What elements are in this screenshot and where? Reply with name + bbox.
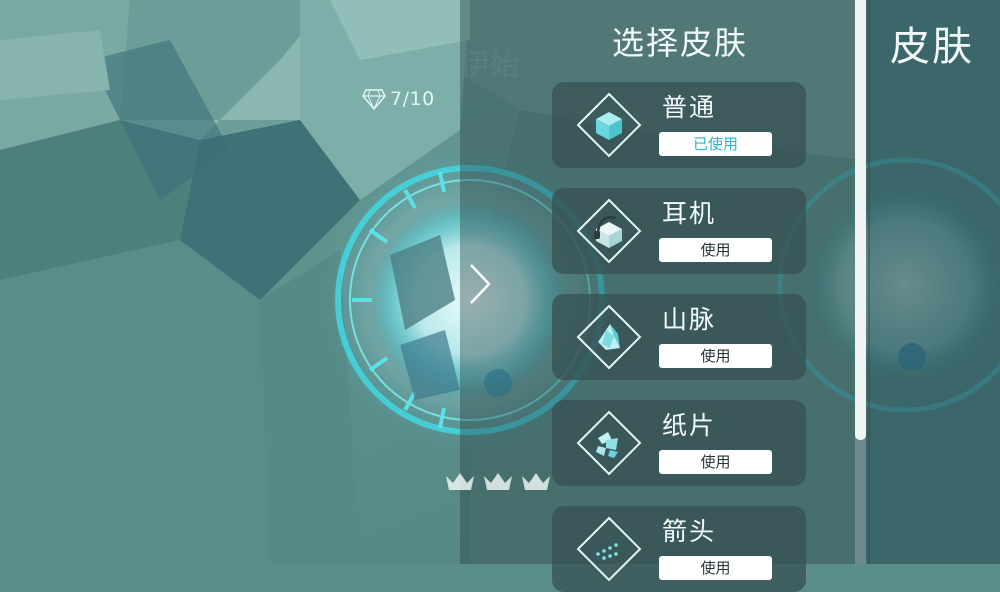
crown-icon (522, 473, 550, 490)
arrow-dots-icon (576, 516, 642, 582)
cube-icon (576, 92, 642, 158)
skin-card-arrow[interactable]: 箭头 使用 (552, 506, 806, 592)
skin-name: 箭头 (662, 517, 717, 546)
gem-count: 7/10 (390, 88, 435, 110)
skin-name: 耳机 (662, 199, 717, 228)
skin-preview-title: 皮肤 (890, 24, 974, 70)
headphone-cube-icon (576, 198, 642, 264)
skin-name: 山脉 (662, 305, 717, 334)
next-level-button[interactable] (466, 262, 494, 306)
use-skin-button[interactable]: 使用 (659, 450, 772, 474)
skin-card-paper[interactable]: 纸片 使用 (552, 400, 806, 486)
use-skin-button[interactable]: 使用 (659, 238, 772, 262)
chevron-right-icon (470, 264, 491, 304)
skin-panel-title: 选择皮肤 (611, 24, 748, 62)
use-skin-button[interactable]: 已使用 (659, 132, 772, 156)
skin-card-headphone[interactable]: 耳机 使用 (552, 188, 806, 274)
crown-icon (484, 473, 512, 490)
skin-name: 纸片 (662, 411, 717, 440)
skin-list-scrollbar[interactable] (855, 0, 866, 564)
scrollbar-thumb[interactable] (855, 0, 866, 440)
skin-preview-panel: 皮肤 (868, 0, 1000, 564)
skin-card-normal[interactable]: 普通 已使用 (552, 82, 806, 168)
gem-counter: 7/10 (362, 88, 435, 111)
crown-icon (446, 473, 474, 490)
paper-pieces-icon (576, 410, 642, 476)
crown-rating (444, 470, 552, 492)
skin-card-mountain[interactable]: 山脉 使用 (552, 294, 806, 380)
use-skin-button[interactable]: 使用 (659, 344, 772, 368)
diamond-gem-icon (362, 88, 386, 111)
use-skin-button[interactable]: 使用 (659, 556, 772, 580)
skin-name: 普通 (662, 93, 717, 122)
mountain-icon (576, 304, 642, 370)
